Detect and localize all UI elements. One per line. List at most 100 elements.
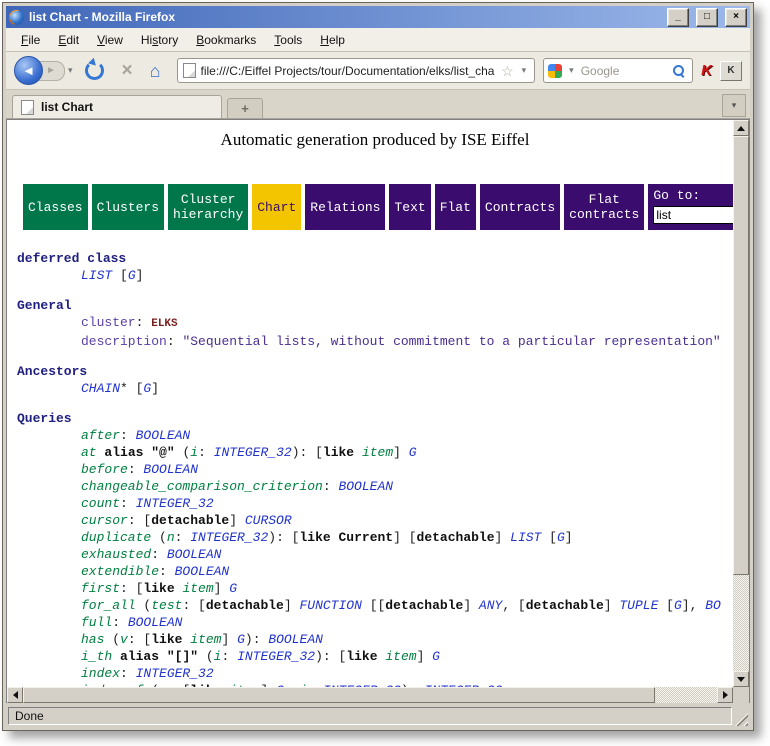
url-text[interactable]: file:///C:/Eiffel Projects/tour/Document… xyxy=(201,64,497,78)
k-addon-button[interactable]: K xyxy=(720,61,742,81)
menu-item-help[interactable]: Help xyxy=(311,30,354,50)
class-link[interactable]: BOOLEAN xyxy=(128,615,183,630)
class-link[interactable]: BOOLEAN xyxy=(167,547,222,562)
doc-token: like xyxy=(323,445,354,460)
class-link[interactable]: G xyxy=(432,649,440,664)
menu-item-view[interactable]: View xyxy=(88,30,132,50)
nav-button-relations[interactable]: Relations xyxy=(305,184,385,230)
class-link[interactable]: CURSOR xyxy=(245,513,292,528)
scroll-up-button[interactable] xyxy=(733,120,749,136)
doc-line: changeable_comparison_criterion: BOOLEAN xyxy=(17,478,733,495)
class-link[interactable]: G xyxy=(229,581,237,596)
class-link[interactable]: INTEGER_32 xyxy=(424,683,502,687)
history-dropdown-button[interactable]: ▾ xyxy=(65,65,76,76)
goto-input[interactable] xyxy=(653,206,733,224)
horizontal-scroll-thumb[interactable] xyxy=(23,687,655,703)
class-link[interactable]: BOOLEAN xyxy=(175,564,230,579)
kaspersky-icon[interactable]: K xyxy=(701,62,712,79)
class-link[interactable]: TUPLE xyxy=(619,598,658,613)
menu-item-bookmarks[interactable]: Bookmarks xyxy=(187,30,265,50)
class-link[interactable]: INTEGER_32 xyxy=(136,666,214,681)
class-link[interactable]: INTEGER_32 xyxy=(237,649,315,664)
doc-token: ] xyxy=(604,598,620,613)
class-link[interactable]: G xyxy=(237,632,245,647)
nav-button-clusters[interactable]: Clusters xyxy=(92,184,164,230)
search-box[interactable]: ▾ Google xyxy=(543,58,693,83)
menu-item-history[interactable]: History xyxy=(132,30,187,50)
back-button[interactable]: ◄ xyxy=(14,56,43,85)
class-link[interactable]: BOOLEAN xyxy=(136,428,191,443)
close-button[interactable]: × xyxy=(725,8,747,27)
resize-grip-icon[interactable] xyxy=(735,713,748,726)
doc-section: Queriesafter: BOOLEANat alias "@" (i: IN… xyxy=(17,410,733,687)
feature-name: exhausted xyxy=(81,547,151,562)
class-link[interactable]: G xyxy=(276,683,284,687)
doc-line: for_all (test: [detachable] FUNCTION [[d… xyxy=(17,597,733,614)
menu-item-edit[interactable]: Edit xyxy=(49,30,88,50)
doc-line: duplicate (n: INTEGER_32): [like Current… xyxy=(17,529,733,546)
search-engine-dropdown[interactable]: ▾ xyxy=(566,65,577,76)
doc-nav-row: ClassesClustersClusterhierarchyChartRela… xyxy=(23,184,733,230)
nav-button-text[interactable]: Text xyxy=(389,184,430,230)
doc-token: cluster xyxy=(81,315,136,330)
nav-button-flat-contracts[interactable]: Flatcontracts xyxy=(564,184,644,230)
class-link[interactable]: ANY xyxy=(479,598,502,613)
stop-icon[interactable]: × xyxy=(122,61,133,80)
scroll-left-button[interactable] xyxy=(7,687,23,703)
horizontal-scroll-track[interactable] xyxy=(655,687,717,703)
doc-token: : xyxy=(120,666,136,681)
nav-button-cluster-hierarchy[interactable]: Clusterhierarchy xyxy=(168,184,248,230)
bookmark-star-icon[interactable]: ☆ xyxy=(501,64,514,78)
class-link[interactable]: LIST xyxy=(510,530,541,545)
class-link[interactable]: BOOLEAN xyxy=(338,479,393,494)
menu-item-tools[interactable]: Tools xyxy=(265,30,311,50)
title-bar[interactable]: list Chart - Mozilla Firefox _ □ × xyxy=(6,6,750,28)
class-link[interactable]: BO xyxy=(705,598,721,613)
scroll-down-button[interactable] xyxy=(733,671,749,687)
class-link[interactable]: LIST xyxy=(81,268,112,283)
new-tab-button[interactable]: + xyxy=(227,98,263,118)
nav-button-chart[interactable]: Chart xyxy=(252,184,301,230)
class-link[interactable]: FUNCTION xyxy=(299,598,361,613)
window-title: list Chart - Mozilla Firefox xyxy=(29,10,660,24)
address-bar[interactable]: file:///C:/Eiffel Projects/tour/Document… xyxy=(177,58,536,83)
reload-icon[interactable] xyxy=(85,61,104,80)
vertical-scrollbar[interactable] xyxy=(733,120,749,687)
url-dropdown-button[interactable]: ▾ xyxy=(519,65,530,76)
class-link[interactable]: INTEGER_32 xyxy=(136,496,214,511)
class-link[interactable]: G xyxy=(674,598,682,613)
class-link[interactable]: INTEGER_32 xyxy=(190,530,268,545)
tab-strip: list Chart + ▾ xyxy=(6,90,750,119)
search-input[interactable]: Google xyxy=(581,64,669,78)
doc-token: ; xyxy=(284,683,300,687)
doc-token: : [ xyxy=(120,581,143,596)
class-link[interactable]: BOOLEAN xyxy=(268,632,323,647)
class-link[interactable]: BOOLEAN xyxy=(143,462,198,477)
scroll-right-button[interactable] xyxy=(717,687,733,703)
nav-button-flat[interactable]: Flat xyxy=(435,184,476,230)
doc-line: index_of (v: [like item] G; i: INTEGER_3… xyxy=(17,682,733,687)
class-link[interactable]: INTEGER_32 xyxy=(214,445,292,460)
class-link[interactable]: G xyxy=(409,445,417,460)
horizontal-scrollbar[interactable] xyxy=(7,687,733,703)
vertical-scroll-thumb[interactable] xyxy=(733,136,749,575)
doc-token: : [ xyxy=(182,598,205,613)
home-icon[interactable]: ⌂ xyxy=(150,62,161,80)
doc-line: cursor: [detachable] CURSOR xyxy=(17,512,733,529)
nav-button-classes[interactable]: Classes xyxy=(23,184,88,230)
vertical-scroll-track[interactable] xyxy=(733,136,749,671)
tab-page-icon xyxy=(21,100,34,115)
back-icon: ◄ xyxy=(22,64,35,77)
maximize-button[interactable]: □ xyxy=(696,8,718,27)
class-link[interactable]: CHAIN xyxy=(81,381,120,396)
tab-list-chart[interactable]: list Chart xyxy=(12,95,222,118)
class-link[interactable]: G xyxy=(557,530,565,545)
tab-list-dropdown-button[interactable]: ▾ xyxy=(722,94,746,117)
search-magnifier-icon[interactable] xyxy=(673,65,684,76)
doc-token: ] xyxy=(393,445,409,460)
class-link[interactable]: G xyxy=(128,268,136,283)
class-link[interactable]: INTEGER_32 xyxy=(323,683,401,687)
nav-button-contracts[interactable]: Contracts xyxy=(480,184,560,230)
minimize-button[interactable]: _ xyxy=(667,8,689,27)
menu-item-file[interactable]: File xyxy=(12,30,49,50)
